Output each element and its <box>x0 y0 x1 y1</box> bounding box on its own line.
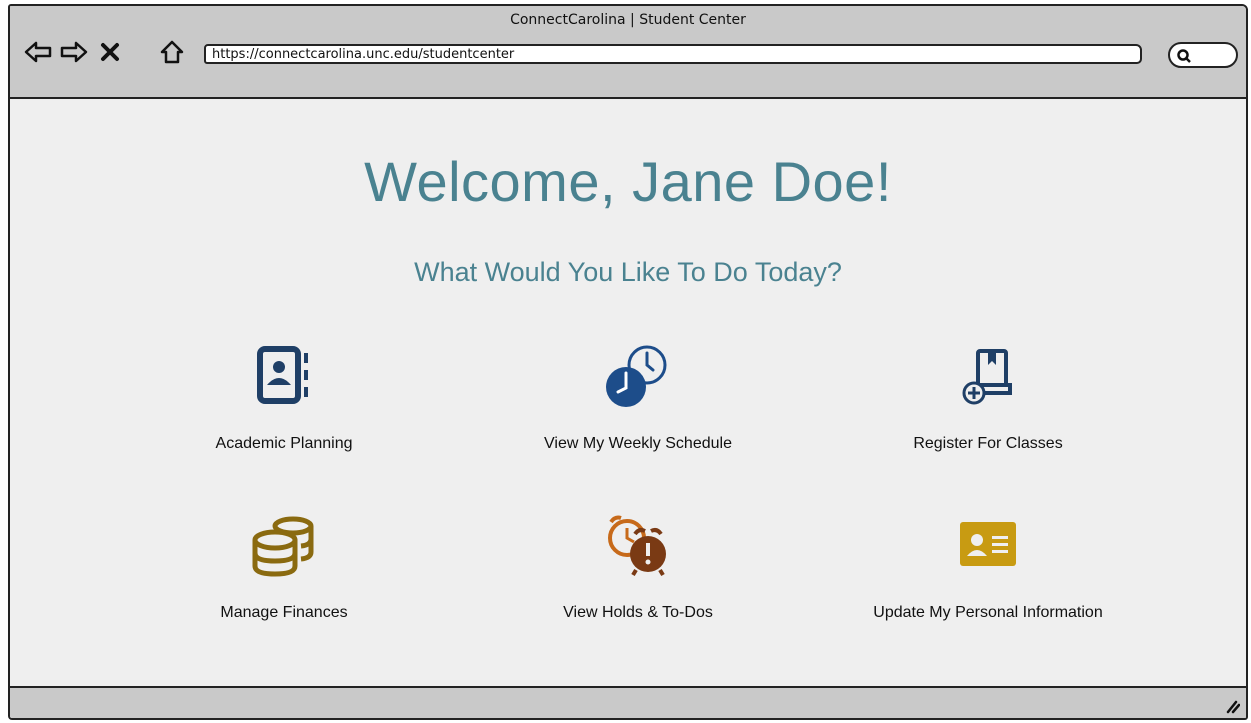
address-book-icon <box>257 346 308 404</box>
browser-window: ConnectCarolina | Student Center https:/… <box>8 4 1248 720</box>
page-subtitle: What Would You Like To Do Today? <box>414 257 842 287</box>
academic-planning-label: Academic Planning <box>215 435 353 452</box>
personal-info-link[interactable]: Update My Personal Information <box>828 512 1148 642</box>
search-icon <box>1177 49 1191 63</box>
url-bar[interactable] <box>204 44 1142 64</box>
search-button[interactable] <box>1168 42 1238 68</box>
welcome-heading: Welcome, Jane Doe! <box>364 150 892 213</box>
status-bar <box>10 686 1246 718</box>
register-classes-label: Register For Classes <box>913 435 1063 452</box>
resize-handle-icon[interactable] <box>1222 696 1240 714</box>
register-classes-link[interactable]: Register For Classes <box>828 343 1148 473</box>
close-icon <box>101 43 119 61</box>
manage-finances-label: Manage Finances <box>220 604 348 621</box>
holds-todos-label: View Holds & To-Dos <box>563 604 713 621</box>
forward-arrow-icon <box>60 41 88 63</box>
clock-icon <box>606 345 667 407</box>
personal-info-label: Update My Personal Information <box>873 604 1103 621</box>
browser-toolbar: ConnectCarolina | Student Center <box>10 6 1246 99</box>
id-card-icon <box>960 522 1016 566</box>
manage-finances-link[interactable]: Manage Finances <box>124 512 444 642</box>
home-button[interactable] <box>158 38 186 66</box>
weekly-schedule-link[interactable]: View My Weekly Schedule <box>478 343 798 473</box>
weekly-schedule-label: View My Weekly Schedule <box>544 435 732 452</box>
academic-planning-link[interactable]: Academic Planning <box>124 343 444 473</box>
forward-button[interactable] <box>60 38 88 66</box>
alarm-alert-icon <box>608 515 666 577</box>
stop-button[interactable] <box>96 38 124 66</box>
back-arrow-icon <box>24 41 52 63</box>
home-icon <box>160 40 184 64</box>
window-title: ConnectCarolina | Student Center <box>510 12 746 28</box>
student-center-page: Welcome, Jane Doe! What Would You Like T… <box>10 99 1246 686</box>
holds-todos-link[interactable]: View Holds & To-Dos <box>478 512 798 642</box>
back-button[interactable] <box>24 38 52 66</box>
book-add-icon <box>962 349 1012 405</box>
coins-icon <box>252 516 314 577</box>
